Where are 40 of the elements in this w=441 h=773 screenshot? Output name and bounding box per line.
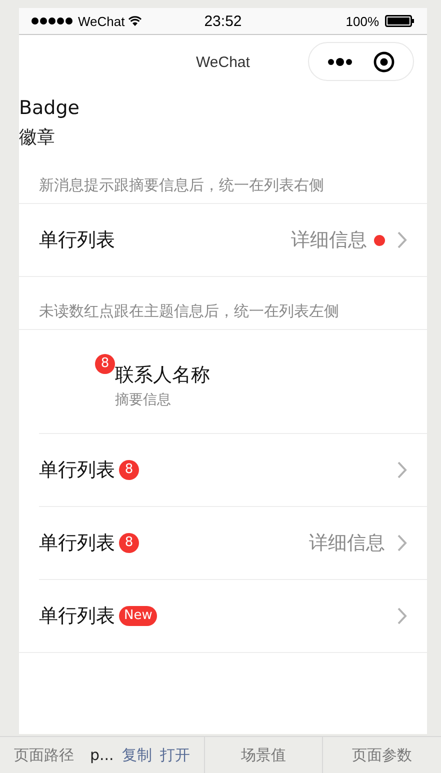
status-time: 23:52 [203,12,243,30]
page-title: Badge [19,96,80,121]
battery-percent: 100% [346,14,379,28]
list-cell[interactable]: 单行列表 详细信息 [19,204,427,277]
cell-title: 单行列表 [39,604,115,629]
unread-badge: New [119,606,158,626]
footer-tab[interactable]: 页面参数 [323,737,441,773]
contact-name: 联系人名称 [115,363,210,388]
unread-badge: 8 [119,533,139,553]
carrier-name: WeChat [78,14,125,28]
section-hint: 新消息提示跟摘要信息后，统一在列表右侧 [38,175,325,196]
page-subtitle: 徽章 [19,126,56,150]
contact-summary: 摘要信息 [115,391,172,409]
cell-title: 单行列表 [39,228,115,253]
list-cell[interactable]: 单行列表 8 详细信息 [39,507,427,580]
chevron-icon [397,461,407,479]
cell-title: 单行列表 [39,531,115,556]
wifi-icon [128,16,142,26]
list-cell[interactable]: 单行列表 New [19,580,427,653]
contact-cell[interactable]: 8 联系人名称 摘要信息 [39,330,427,434]
battery-icon [385,15,415,27]
signal-icon [31,17,75,25]
path-value: p... [90,746,114,764]
footer-link[interactable]: 打开 [160,746,190,765]
section-hint: 未读数红点跟在主题信息后，统一在列表左侧 [38,301,340,322]
unread-badge: 8 [119,460,139,480]
cell-detail: 详细信息 [309,531,385,556]
footer-link[interactable]: 复制 [122,746,152,765]
path-label: 页面路径 [14,746,74,765]
nav-title: WeChat [196,54,250,71]
close-icon[interactable] [373,50,395,72]
unread-badge: 8 [95,354,115,374]
footer-tab[interactable]: 场景值 [204,737,324,773]
more-icon[interactable] [327,56,353,66]
cell-title: 单行列表 [39,458,115,483]
chevron-icon [397,607,407,625]
list-cell[interactable]: 单行列表 8 [39,434,427,507]
chevron-icon [397,231,407,249]
cell-detail: 详细信息 [291,228,367,253]
chevron-icon [397,534,407,552]
